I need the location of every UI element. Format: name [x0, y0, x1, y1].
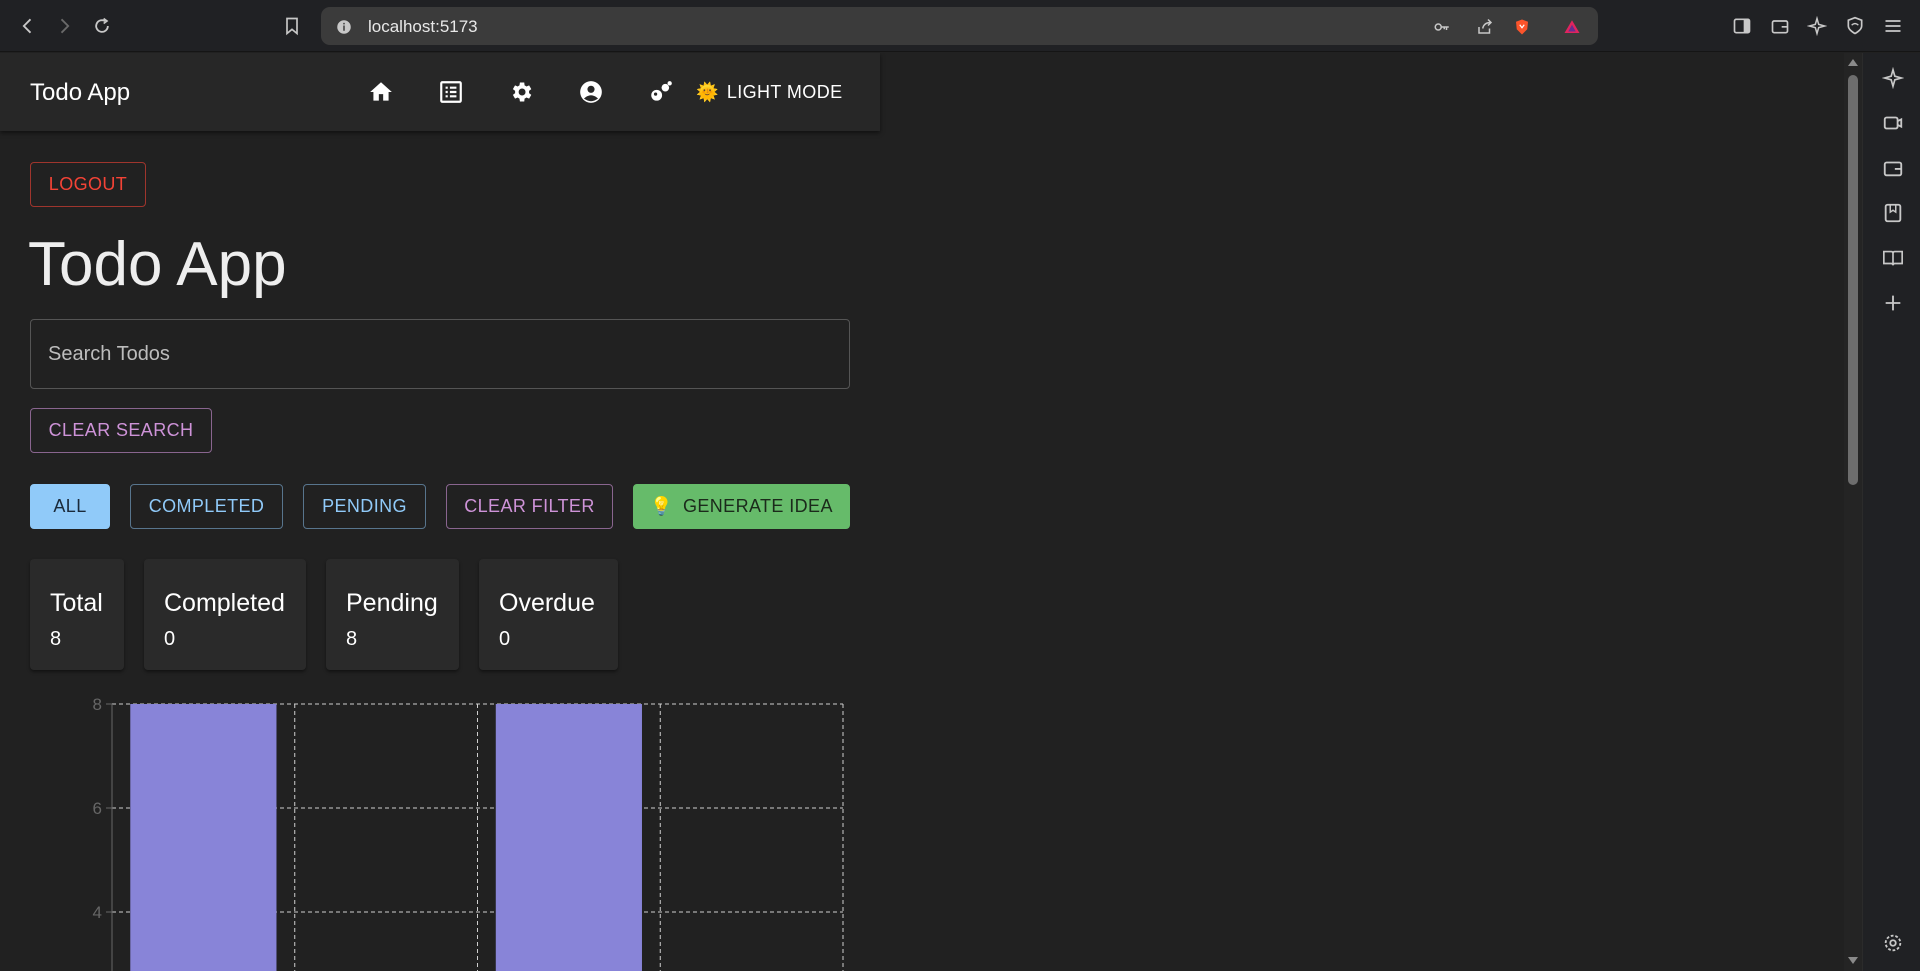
site-info-icon[interactable] — [333, 16, 355, 38]
scroll-thumb[interactable] — [1848, 75, 1858, 485]
generate-idea-label: GENERATE IDEA — [682, 496, 833, 516]
app-bar-title[interactable]: Todo App — [30, 79, 130, 107]
search-input[interactable] — [31, 320, 849, 388]
search-field — [30, 319, 850, 389]
add-icon[interactable] — [1881, 291, 1905, 315]
light-mode-button[interactable]: 🌞 LIGHT MODE — [696, 73, 843, 111]
leo-ai-icon[interactable] — [1804, 13, 1830, 39]
y-tick-label: 4 — [93, 903, 102, 922]
sidebar-settings-icon[interactable] — [1881, 931, 1905, 955]
stat-card-pending: Pending 8 — [326, 559, 459, 670]
video-call-icon[interactable] — [1881, 111, 1905, 135]
stat-title: Pending — [346, 589, 438, 617]
clear-search-button[interactable]: CLEAR SEARCH — [30, 408, 212, 453]
menu-icon[interactable] — [1880, 13, 1906, 39]
address-bar[interactable]: localhost:5173 — [321, 7, 1598, 45]
stat-card-completed: Completed 0 — [144, 559, 306, 670]
page-title: Todo App — [28, 230, 287, 299]
brave-rewards-icon[interactable] — [1561, 16, 1583, 38]
bookmark-icon[interactable] — [278, 12, 306, 40]
forward-icon[interactable] — [50, 12, 78, 40]
account-icon[interactable] — [576, 77, 606, 107]
todo-stats-bar-chart: 8 6 4 — [93, 695, 844, 971]
light-mode-label: LIGHT MODE — [726, 81, 843, 102]
page-scrollbar[interactable] — [1844, 53, 1862, 971]
vpn-icon[interactable] — [1842, 13, 1868, 39]
app-bar: Todo App 🌞 LIGHT MODE — [0, 53, 880, 131]
filter-completed-button[interactable]: COMPLETED — [130, 484, 283, 529]
key-icon[interactable] — [1431, 16, 1453, 38]
scroll-down-icon[interactable] — [1847, 956, 1859, 966]
share-icon[interactable] — [1474, 16, 1496, 38]
wallet-icon[interactable] — [1767, 13, 1793, 39]
url-text: localhost:5173 — [368, 17, 478, 36]
stat-card-total: Total 8 — [30, 559, 124, 670]
bookmarks-icon[interactable] — [1881, 201, 1905, 225]
sun-icon: 🌞 — [696, 81, 719, 102]
stat-value: 0 — [164, 628, 176, 650]
brave-shield-icon[interactable] — [1511, 16, 1533, 38]
stat-value: 0 — [499, 628, 511, 650]
filter-pending-button[interactable]: PENDING — [303, 484, 426, 529]
stat-value: 8 — [346, 628, 358, 650]
bar-total — [130, 704, 277, 971]
settings-icon[interactable] — [506, 77, 536, 107]
reload-icon[interactable] — [88, 12, 116, 40]
list-icon[interactable] — [436, 77, 466, 107]
bar-pending — [495, 704, 642, 971]
stat-title: Total — [50, 589, 103, 617]
reading-list-icon[interactable] — [1881, 246, 1905, 270]
generate-idea-button[interactable]: 💡 GENERATE IDEA — [633, 484, 850, 529]
stat-title: Overdue — [499, 589, 595, 617]
lightbulb-icon: 💡 — [650, 496, 673, 516]
sidebar-toggle-icon[interactable] — [1729, 13, 1755, 39]
back-icon[interactable] — [14, 12, 42, 40]
stat-card-overdue: Overdue 0 — [479, 559, 618, 670]
browser-toolbar: localhost:5173 — [0, 0, 1920, 52]
browser-sidebar — [1862, 53, 1920, 971]
filter-all-button[interactable]: ALL — [30, 484, 110, 529]
app-content: Todo App 🌞 LIGHT MODE LOGOUT Todo App CL… — [0, 53, 1844, 971]
logout-button[interactable]: LOGOUT — [30, 162, 146, 207]
clear-filter-button[interactable]: CLEAR FILTER — [446, 484, 613, 529]
home-icon[interactable] — [366, 77, 396, 107]
stat-title: Completed — [164, 589, 285, 617]
stat-value: 8 — [50, 628, 62, 650]
bubbles-icon[interactable] — [646, 77, 676, 107]
wallet-icon[interactable] — [1881, 156, 1905, 180]
scroll-up-icon[interactable] — [1847, 57, 1859, 67]
leo-ai-icon[interactable] — [1881, 66, 1905, 90]
y-tick-label: 6 — [93, 799, 102, 818]
y-tick-label: 8 — [93, 695, 102, 714]
